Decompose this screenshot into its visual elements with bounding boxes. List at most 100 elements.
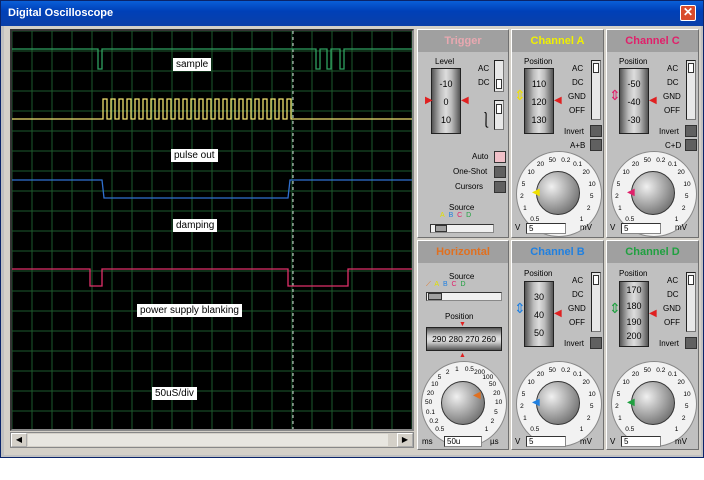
horizontal-position-drum[interactable]: 290 280 270 260 [426, 327, 502, 351]
channel-a-position-label: Position [524, 57, 553, 66]
channel-d-panel: Channel D Position 170 180 190 200 ⇕ ◀ A… [606, 240, 699, 450]
horizontal-source-slider[interactable] [426, 292, 502, 301]
scroll-left-button[interactable]: ◀ [11, 433, 27, 447]
source-a[interactable]: A [440, 212, 445, 219]
channel-d-mode-switch[interactable] [686, 272, 696, 332]
unit-left: V [610, 223, 616, 232]
horizontal-time-knob[interactable] [441, 381, 485, 425]
channel-c-invert-button[interactable] [685, 125, 697, 137]
cursors-button[interactable] [494, 181, 506, 193]
source-b[interactable]: B [449, 212, 454, 219]
knob-marker-icon: ◀ [473, 390, 481, 401]
dial-tick-label: 2 [520, 193, 524, 201]
dial-tick-label: 100 [482, 374, 494, 382]
dial-tick-label: 50 [488, 381, 497, 389]
pos-tick: 50 [533, 328, 544, 338]
label-sample: sample [173, 58, 212, 71]
unit-left: V [515, 223, 521, 232]
source-d[interactable]: D [466, 212, 471, 219]
pos-tick: 180 [626, 301, 642, 311]
channel-b-value[interactable]: 5 [526, 436, 566, 447]
channel-d-volts-knob[interactable] [631, 381, 675, 425]
channel-c-position-arrow-icon: ⇕ [609, 87, 621, 103]
trigger-level-label: Level [435, 57, 455, 66]
label-damping: damping [173, 219, 218, 232]
dial-tick-label: 20 [582, 379, 590, 387]
dial-tick-label: 10 [527, 169, 535, 177]
auto-label: Auto [472, 152, 489, 161]
unit-left: ms [422, 437, 433, 446]
horizontal-time-value[interactable]: 50u [444, 436, 482, 447]
auto-button[interactable] [494, 151, 506, 163]
source-c[interactable]: C [457, 212, 462, 219]
channel-c-position-drum[interactable]: -50 -40 -30 [619, 68, 649, 134]
title-bar[interactable]: Digital Oscilloscope [1, 1, 703, 26]
knob-marker-icon: ◀ [627, 187, 635, 198]
channel-b-volts-knob[interactable] [536, 381, 580, 425]
channel-d-invert-button[interactable] [685, 337, 697, 349]
channel-c-value[interactable]: 5 [621, 223, 661, 234]
dial-tick-label: 0.5 [625, 215, 635, 223]
trigger-title: Trigger [418, 30, 508, 52]
scope-screen: sample pulse out damping power supply bl… [10, 29, 414, 431]
channel-a-position-arrow-icon: ⇕ [514, 87, 526, 103]
channel-a-mode-switch[interactable] [591, 60, 601, 120]
channel-a-position-drum[interactable]: 110 120 130 [524, 68, 554, 134]
dial-tick-label: 1 [579, 215, 584, 223]
channel-b-mode-switch[interactable] [591, 272, 601, 332]
unit-left: V [610, 437, 616, 446]
channel-d-value[interactable]: 5 [621, 436, 661, 447]
trigger-level-drum[interactable]: -10 0 10 [431, 68, 461, 134]
one-shot-button[interactable] [494, 166, 506, 178]
dial-tick-label: 1 [523, 205, 527, 213]
mode-dc: DC [667, 78, 679, 87]
channel-a-invert-button[interactable] [590, 125, 602, 137]
trigger-edge-switch[interactable] [494, 100, 504, 130]
pos-tick: 120 [531, 97, 547, 107]
hsource-c[interactable]: C [452, 281, 457, 288]
trigger-coupling-switch[interactable] [494, 60, 504, 92]
combine-label: C+D [665, 141, 682, 150]
channel-b-title: Channel B [512, 241, 603, 263]
hpos-tick: 260 [481, 334, 496, 344]
dial-tick-label: 2 [445, 368, 450, 376]
cursors-label: Cursors [455, 182, 484, 191]
dial-tick-label: 2 [681, 205, 686, 213]
dial-tick-label: 5 [616, 390, 621, 398]
pos-tick: 110 [531, 79, 547, 89]
channel-a-value[interactable]: 5 [526, 223, 566, 234]
trigger-source-slider[interactable] [430, 224, 494, 233]
channel-d-position-drum[interactable]: 170 180 190 200 [619, 281, 649, 347]
hsource-b[interactable]: B [443, 281, 448, 288]
mode-dc: DC [572, 78, 584, 87]
dial-tick-label: 5 [521, 390, 526, 398]
channel-a-volts-knob[interactable] [536, 171, 580, 215]
hsource-a[interactable]: A [434, 281, 439, 288]
channel-c-volts-knob[interactable] [631, 171, 675, 215]
channel-b-position-drum[interactable]: 30 40 50 [524, 281, 554, 347]
dial-tick-label: 5 [684, 403, 689, 411]
dial-tick-label: 0.2 [656, 156, 666, 164]
dial-tick-label: 1 [484, 425, 489, 433]
trigger-level-tick: 0 [443, 97, 449, 107]
channel-c-mode-switch[interactable] [686, 60, 696, 120]
channel-b-invert-button[interactable] [590, 337, 602, 349]
close-button[interactable]: ✕ [680, 5, 696, 21]
scroll-track[interactable] [28, 434, 388, 446]
mode-gnd: GND [663, 304, 681, 313]
unit-right: mV [580, 223, 592, 232]
dial-tick-label: 50 [548, 156, 556, 164]
horizontal-scrollbar[interactable]: ◀ ▶ [10, 432, 414, 448]
mode-gnd: GND [663, 92, 681, 101]
invert-label: Invert [564, 127, 585, 136]
scroll-right-button[interactable]: ▶ [397, 433, 413, 447]
dial-tick-label: 50 [643, 156, 651, 164]
dial-tick-label: 50 [643, 366, 651, 374]
dial-tick-label: 20 [677, 379, 685, 387]
channel-c-combine-button[interactable] [685, 139, 697, 151]
channel-a-combine-button[interactable] [590, 139, 602, 151]
dial-tick-label: 10 [588, 390, 596, 398]
dial-tick-label: 5 [684, 193, 689, 201]
invert-label: Invert [659, 339, 680, 348]
hsource-d[interactable]: D [461, 281, 466, 288]
